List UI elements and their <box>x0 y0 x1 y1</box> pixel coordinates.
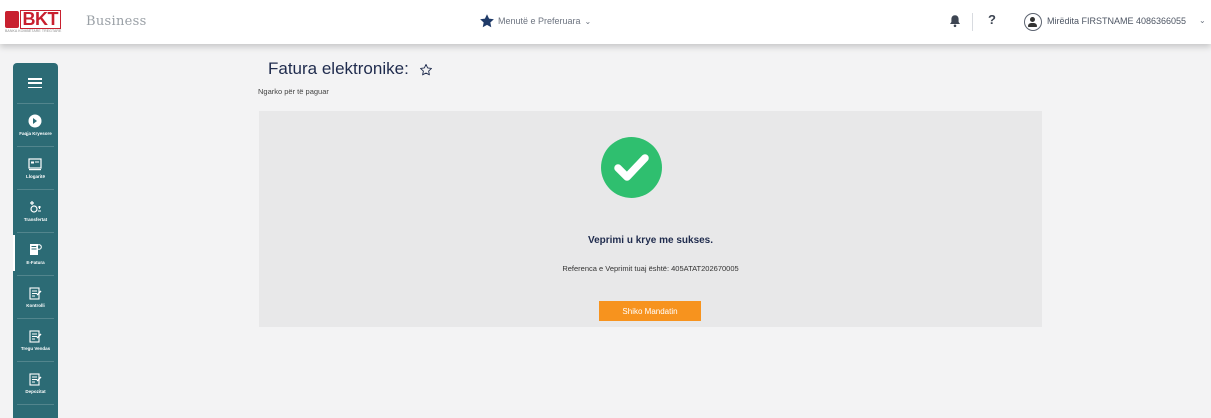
chevron-down-icon: ⌄ <box>584 16 592 26</box>
sidebar-item-label: Faqja Kryesore <box>19 131 52 136</box>
result-card: Veprimi u krye me sukses. Referenca e Ve… <box>259 111 1042 327</box>
user-greeting[interactable]: Mirëdita FIRSTNAME 4086366055 <box>1047 16 1197 26</box>
deposits-icon <box>29 373 42 386</box>
avatar-head <box>1030 17 1035 22</box>
header-divider <box>972 13 973 31</box>
chevron-down-icon[interactable]: ⌄ <box>1199 16 1206 25</box>
sidebar-divider <box>17 232 54 233</box>
bell-icon[interactable] <box>949 14 961 28</box>
sidebar-item-label: Llogaritë <box>25 174 45 179</box>
e-invoice-icon <box>30 244 42 255</box>
sidebar-item-label: Kontrolli <box>26 303 45 308</box>
brand-label: Business <box>86 14 147 29</box>
logo-text: BKT <box>19 10 61 29</box>
hamburger-menu-icon[interactable] <box>28 78 42 89</box>
sidebar-divider <box>17 103 54 104</box>
checkmark-icon <box>614 154 649 181</box>
sidebar: Faqja Kryesore Llogaritë Transfertat E-F… <box>13 63 58 418</box>
home-icon <box>28 114 42 128</box>
sidebar-item-label: Tregu Vendas <box>20 346 51 351</box>
sidebar-item-label: E-Fatura <box>26 260 45 265</box>
success-check-icon <box>601 137 662 198</box>
help-icon[interactable]: ? <box>988 12 996 27</box>
control-icon <box>29 287 42 300</box>
accounts-icon <box>28 158 42 171</box>
sidebar-item-label: Depozitat <box>25 389 46 394</box>
sidebar-item-label: Transfertat <box>23 217 48 222</box>
reference-text: Referenca e Veprimit tuaj është: 405ATAT… <box>562 264 739 273</box>
view-mandate-button[interactable]: Shiko Mandatin <box>599 301 701 321</box>
top-bar: BKT BANKA KOMBËTARE TREGTARE Business Me… <box>0 0 1211 44</box>
logo-mark: BKT <box>5 10 61 29</box>
logo-subtext: BANKA KOMBËTARE TREGTARE <box>5 29 62 33</box>
sidebar-divider <box>17 318 54 319</box>
sidebar-divider <box>17 189 54 190</box>
sidebar-divider <box>17 404 54 405</box>
sidebar-divider <box>17 361 54 362</box>
sidebar-divider <box>17 275 54 276</box>
user-avatar-icon[interactable] <box>1024 13 1042 31</box>
logo-b-shape <box>5 11 19 28</box>
avatar-body <box>1028 23 1037 27</box>
transfers-icon <box>30 201 41 213</box>
favorites-label: Menutë e Preferuara <box>498 16 581 26</box>
favorites-menu[interactable]: Menutë e Preferuara ⌄ <box>479 13 591 29</box>
local-market-icon <box>29 330 42 343</box>
success-message: Veprimi u krye me sukses. <box>587 235 714 246</box>
page-title: Fatura elektronike: <box>268 59 409 78</box>
favorite-star-icon[interactable] <box>419 63 433 77</box>
star-icon <box>480 14 494 28</box>
page-subtitle: Ngarko për të paguar <box>258 87 329 96</box>
sidebar-divider <box>17 146 54 147</box>
bkt-logo[interactable]: BKT BANKA KOMBËTARE TREGTARE <box>5 10 61 35</box>
